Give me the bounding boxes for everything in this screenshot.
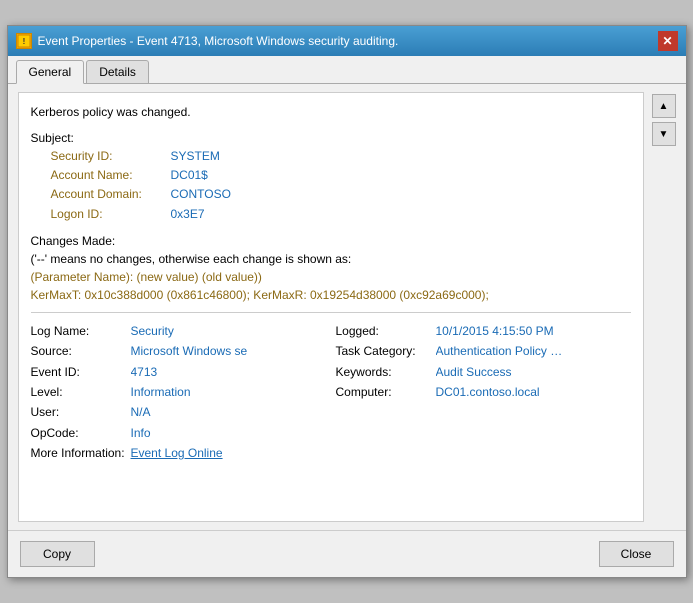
label-more-info: More Information:: [31, 443, 131, 463]
value-account-name: DC01$: [171, 166, 208, 185]
window-icon: !: [16, 33, 32, 49]
label-logon-id: Logon ID:: [51, 205, 171, 224]
scroll-up-button[interactable]: ▲: [652, 94, 676, 118]
meta-row-opcode: OpCode: Info: [31, 423, 326, 443]
divider: [31, 312, 631, 313]
meta-row-level: Level: Information: [31, 382, 326, 402]
value-event-id: 4713: [131, 362, 158, 382]
value-logon-id: 0x3E7: [171, 205, 205, 224]
bottom-bar: Copy Close: [8, 530, 686, 577]
label-account-name: Account Name:: [51, 166, 171, 185]
meta-row-task-category: Task Category: Authentication Policy Cha…: [336, 341, 631, 361]
value-log-name: Security: [131, 321, 174, 341]
label-task-category: Task Category:: [336, 341, 436, 361]
label-keywords: Keywords:: [336, 362, 436, 382]
tab-general[interactable]: General: [16, 60, 85, 84]
event-log-online-link[interactable]: Event Log Online: [131, 443, 223, 463]
scroll-buttons: ▲ ▼: [652, 92, 676, 522]
tab-details[interactable]: Details: [86, 60, 149, 83]
value-user: N/A: [131, 402, 151, 422]
changes-detail: KerMaxT: 0x10c388d000 (0x861c46800); Ker…: [31, 286, 631, 304]
meta-row-source: Source: Microsoft Windows se: [31, 341, 326, 361]
value-opcode: Info: [131, 423, 151, 443]
label-computer: Computer:: [336, 382, 436, 402]
value-computer: DC01.contoso.local: [436, 382, 540, 402]
changes-param: (Parameter Name): (new value) (old value…: [31, 268, 631, 286]
label-user: User:: [31, 402, 131, 422]
value-level: Information: [131, 382, 191, 402]
copy-button[interactable]: Copy: [20, 541, 95, 567]
label-log-name: Log Name:: [31, 321, 131, 341]
meta-row-user: User: N/A: [31, 402, 326, 422]
meta-row-log-name: Log Name: Security: [31, 321, 326, 341]
event-properties-window: ! Event Properties - Event 4713, Microso…: [7, 25, 687, 578]
changes-header: Changes Made:: [31, 232, 631, 250]
value-keywords: Audit Success: [436, 362, 512, 382]
subject-table: Security ID: SYSTEM Account Name: DC01$ …: [51, 147, 631, 224]
value-logged: 10/1/2015 4:15:50 PM: [436, 321, 554, 341]
label-logged: Logged:: [336, 321, 436, 341]
label-security-id: Security ID:: [51, 147, 171, 166]
subject-row-security-id: Security ID: SYSTEM: [51, 147, 631, 166]
svg-text:!: !: [22, 37, 25, 46]
changes-note: ('--' means no changes, otherwise each c…: [31, 250, 631, 268]
label-event-id: Event ID:: [31, 362, 131, 382]
main-panel: Kerberos policy was changed. Subject: Se…: [18, 92, 644, 522]
value-security-id: SYSTEM: [171, 147, 220, 166]
label-account-domain: Account Domain:: [51, 185, 171, 204]
meta-right: Logged: 10/1/2015 4:15:50 PM Task Catego…: [336, 321, 631, 443]
label-opcode: OpCode:: [31, 423, 131, 443]
subject-row-account-domain: Account Domain: CONTOSO: [51, 185, 631, 204]
meta-row-event-id: Event ID: 4713: [31, 362, 326, 382]
title-bar: ! Event Properties - Event 4713, Microso…: [8, 26, 686, 56]
window-title: Event Properties - Event 4713, Microsoft…: [38, 34, 399, 48]
label-source: Source:: [31, 341, 131, 361]
subject-header: Subject:: [31, 131, 631, 145]
label-level: Level:: [31, 382, 131, 402]
meta-grid: Log Name: Security Source: Microsoft Win…: [31, 321, 631, 443]
close-button[interactable]: Close: [599, 541, 674, 567]
meta-row-keywords: Keywords: Audit Success: [336, 362, 631, 382]
scroll-down-button[interactable]: ▼: [652, 122, 676, 146]
subject-row-account-name: Account Name: DC01$: [51, 166, 631, 185]
meta-left: Log Name: Security Source: Microsoft Win…: [31, 321, 326, 443]
intro-text: Kerberos policy was changed.: [31, 103, 631, 121]
changes-section: Changes Made: ('--' means no changes, ot…: [31, 232, 631, 304]
value-task-category: Authentication Policy Chan: [436, 341, 566, 361]
content-area: Kerberos policy was changed. Subject: Se…: [8, 84, 686, 530]
window-close-button[interactable]: ✕: [658, 31, 678, 51]
tab-bar: General Details: [8, 56, 686, 84]
meta-row-logged: Logged: 10/1/2015 4:15:50 PM: [336, 321, 631, 341]
subject-row-logon-id: Logon ID: 0x3E7: [51, 205, 631, 224]
value-account-domain: CONTOSO: [171, 185, 231, 204]
more-info-row: More Information: Event Log Online: [31, 443, 631, 463]
meta-row-computer: Computer: DC01.contoso.local: [336, 382, 631, 402]
value-source: Microsoft Windows se: [131, 341, 248, 361]
title-bar-left: ! Event Properties - Event 4713, Microso…: [16, 33, 399, 49]
